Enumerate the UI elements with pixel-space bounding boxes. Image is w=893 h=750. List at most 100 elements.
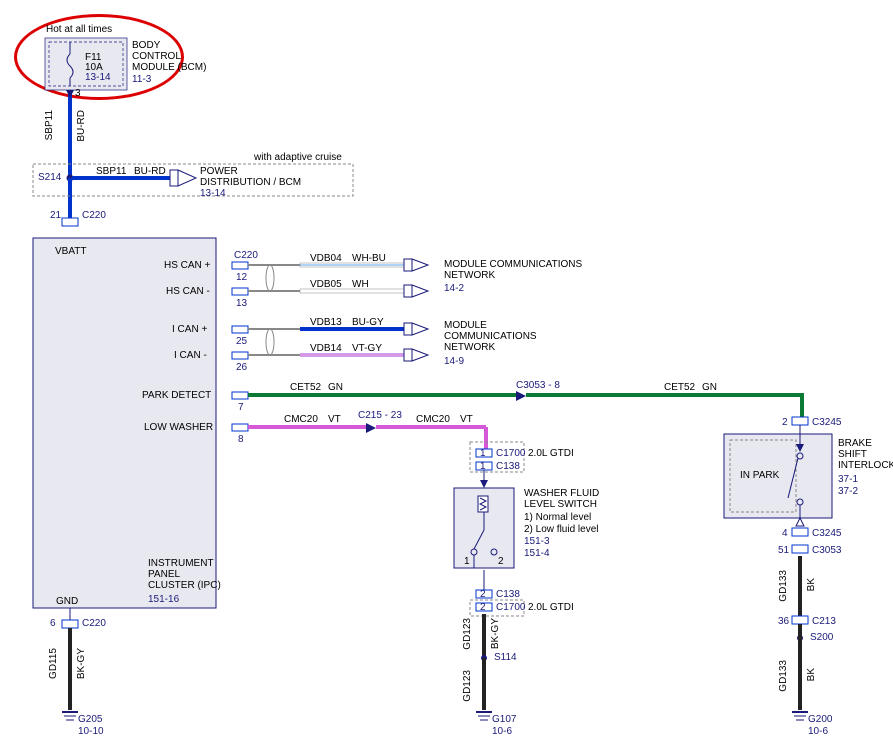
g205-ref: 10-10 [78, 726, 104, 737]
washer-n2: 2) Low fluid level [524, 524, 598, 535]
hscan-m: HS CAN - [166, 286, 210, 297]
low-pin: 8 [238, 434, 244, 445]
washer-title: WASHER FLUID LEVEL SWITCH [524, 488, 599, 510]
mcn2-ref: 14-9 [444, 356, 464, 367]
c220-hs: C220 [234, 250, 258, 261]
hot-label: Hot at all times [46, 24, 112, 35]
c3245-2-pin: 4 [782, 528, 788, 539]
cmc20-c: VT [328, 414, 341, 425]
gtdi-2: 2.0L GTDI [528, 602, 574, 613]
s114: S114 [494, 652, 517, 663]
c1700-2: C1700 [496, 602, 525, 613]
s200: S200 [810, 632, 833, 643]
park-pin: 7 [238, 402, 244, 413]
vdb05: VDB05 [310, 279, 342, 290]
bk2: BK [806, 668, 817, 681]
mcn2: MODULE COMMUNICATIONS NETWORK [444, 320, 537, 353]
washer-ref2: 151-4 [524, 548, 550, 559]
low-washer: LOW WASHER [144, 422, 213, 433]
c213-pin: 36 [778, 616, 789, 627]
c1700-1-pin: 1 [480, 448, 486, 459]
c1700-2-pin: 2 [480, 602, 486, 613]
gd123: GD123 [462, 618, 473, 650]
cmc20-c2: VT [460, 414, 473, 425]
s214-label: S214 [38, 172, 61, 183]
g107-ref: 10-6 [492, 726, 512, 737]
bcm-title: BODY CONTROL MODULE (BCM) [132, 40, 206, 73]
wire-burd-2: BU-RD [134, 166, 166, 177]
cet52: CET52 [290, 382, 321, 393]
ipc-ref: 151-16 [148, 594, 179, 605]
washer-n1: 1) Normal level [524, 512, 591, 523]
wire-sbp11-2: SBP11 [96, 166, 126, 177]
wire-sbp11: SBP11 [44, 110, 55, 140]
bkgy1: BK-GY [76, 648, 87, 679]
hscan-p: HS CAN + [164, 260, 210, 271]
c220-gnd: C220 [82, 618, 106, 629]
c138-1: C138 [496, 461, 520, 472]
g205: G205 [78, 714, 102, 725]
cet52-c2: GN [702, 382, 717, 393]
brake-title: BRAKE SHIFT INTERLOCK [838, 438, 893, 471]
cet52-c: GN [328, 382, 343, 393]
cet52-2: CET52 [664, 382, 695, 393]
c213: C213 [812, 616, 836, 627]
c220-gnd-pin: 6 [50, 618, 56, 629]
adaptive-note: with adaptive cruise [254, 152, 342, 163]
vdb04: VDB04 [310, 253, 342, 264]
ipc-name: INSTRUMENT PANEL CLUSTER (IPC) [148, 558, 221, 591]
c3245-1: C3245 [812, 417, 841, 428]
g200-ref: 10-6 [808, 726, 828, 737]
mcn1: MODULE COMMUNICATIONS NETWORK [444, 259, 582, 281]
c3245-2: C3245 [812, 528, 841, 539]
sw1: 1 [464, 556, 470, 567]
hs-pin2: 13 [236, 298, 247, 309]
power-dist-ref: 13-14 [200, 188, 226, 199]
ican-m: I CAN - [174, 350, 207, 361]
vdb13-c: BU-GY [352, 317, 384, 328]
vdb13: VDB13 [310, 317, 342, 328]
sw2: 2 [498, 556, 504, 567]
park-detect: PARK DETECT [142, 390, 211, 401]
c3053-2: C3053 [812, 545, 841, 556]
mcn1-ref: 14-2 [444, 283, 464, 294]
gtdi-1: 2.0L GTDI [528, 448, 574, 459]
c138-2-pin: 2 [480, 589, 486, 600]
g200: G200 [808, 714, 832, 725]
wiring-diagram [0, 0, 893, 750]
bk1: BK [806, 578, 817, 591]
vdb14: VDB14 [310, 343, 342, 354]
c220-pin: 21 [50, 210, 61, 221]
bkgy2: BK-GY [490, 618, 501, 649]
washer-ref1: 151-3 [524, 536, 550, 547]
wire-burd: BU-RD [76, 110, 87, 142]
vdb14-c: VT-GY [352, 343, 382, 354]
cmc20-2: CMC20 [416, 414, 450, 425]
cmc20: CMC20 [284, 414, 318, 425]
brake-ref2: 37-2 [838, 486, 858, 497]
gd133: GD133 [778, 570, 789, 602]
hs-pin1: 12 [236, 272, 247, 283]
gd133-2: GD133 [778, 660, 789, 692]
pin-3: 3 [75, 88, 81, 99]
g107: G107 [492, 714, 516, 725]
c3053: C3053 - 8 [516, 380, 560, 391]
in-park: IN PARK [740, 470, 779, 481]
vdb04-c: WH-BU [352, 253, 386, 264]
power-dist: POWER DISTRIBUTION / BCM [200, 166, 301, 188]
fuse-ref: 13-14 [85, 72, 111, 83]
gnd: GND [56, 596, 78, 607]
c1700-1: C1700 [496, 448, 525, 459]
gd115: GD115 [48, 648, 59, 679]
c138-2: C138 [496, 589, 520, 600]
bcm-ref: 11-3 [132, 74, 151, 85]
vbatt: VBATT [55, 246, 86, 257]
ican-pin1: 25 [236, 336, 247, 347]
vdb05-c: WH [352, 279, 369, 290]
ican-p: I CAN + [172, 324, 207, 335]
c3053-2-pin: 51 [778, 545, 789, 556]
ican-pin2: 26 [236, 362, 247, 373]
c3245-1-pin: 2 [782, 417, 788, 428]
gd123-2: GD123 [462, 670, 473, 702]
c138-1-pin: 1 [480, 461, 486, 472]
